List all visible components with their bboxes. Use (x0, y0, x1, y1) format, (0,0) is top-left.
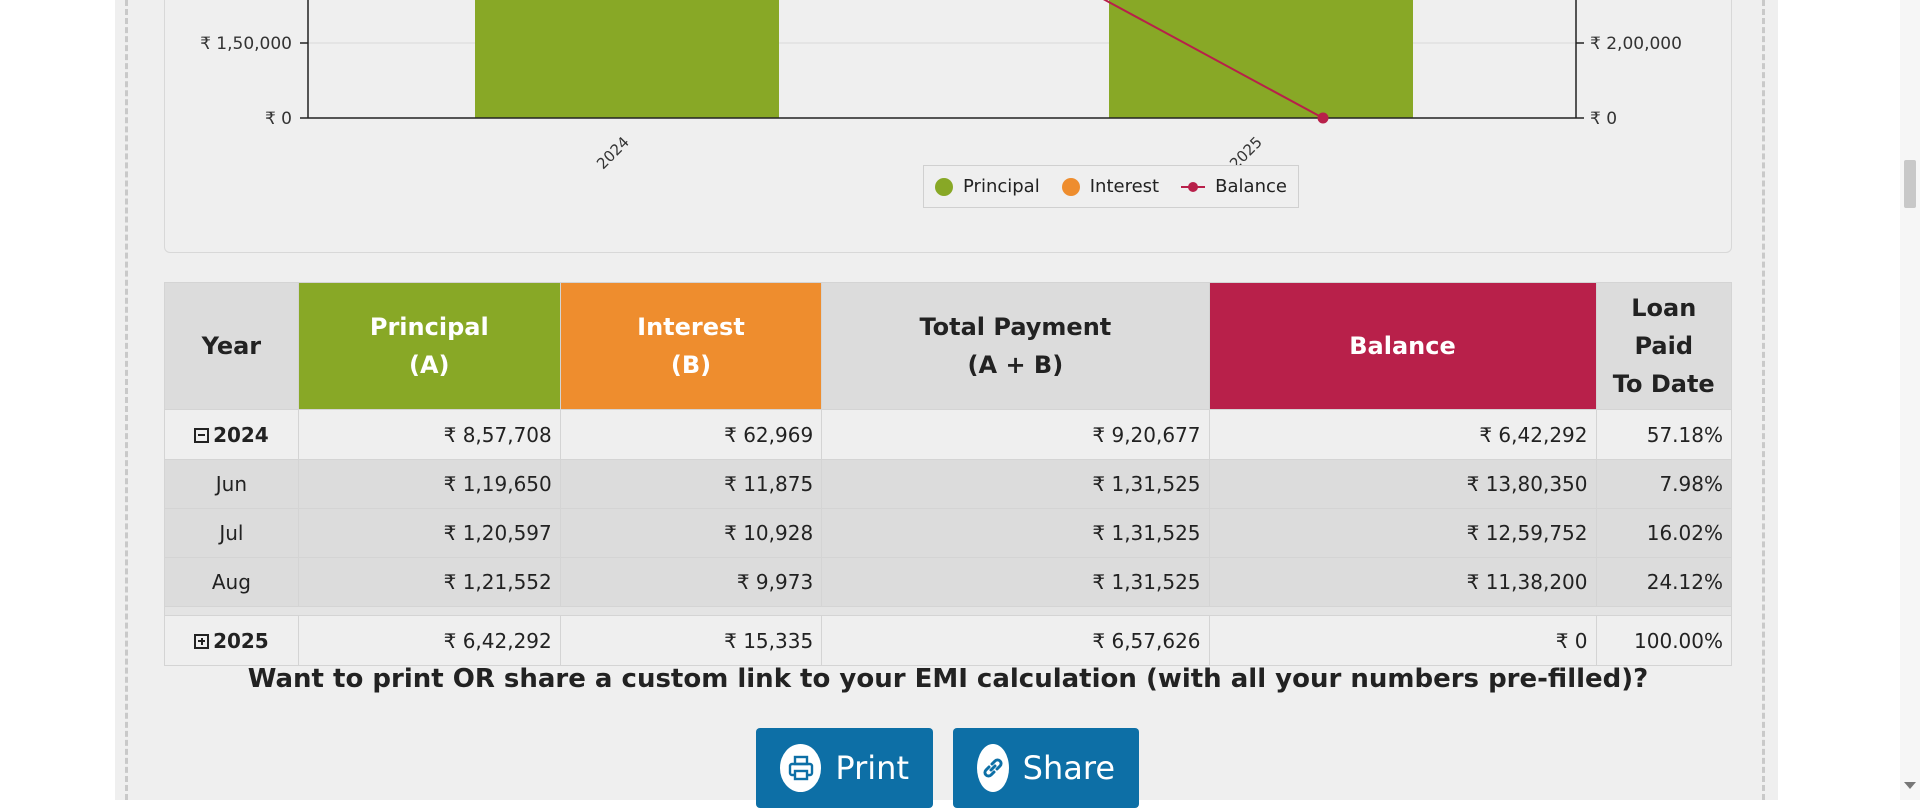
balance-cell: ₹ 13,80,350 (1208, 459, 1597, 509)
paid-cell: 57.18% (1595, 409, 1732, 460)
table-header-row: Year Principal (A) Interest (B) Total Paym… (164, 282, 1732, 410)
header-interest-line2: (B) (670, 351, 712, 379)
year-label: 2024 (213, 422, 269, 447)
header-principal-line2: (A) (409, 351, 450, 379)
legend-balance-label: Balance (1215, 176, 1287, 197)
paid-cell: 100.00% (1595, 615, 1732, 666)
interest-cell: ₹ 15,335 (559, 615, 823, 666)
header-paid-line2: To Date (1612, 370, 1715, 398)
header-principal: Principal (A) (297, 282, 561, 410)
legend-item-principal[interactable]: Principal (935, 176, 1040, 197)
year-row-2025[interactable]: 2025 ₹ 6,42,292 ₹ 15,335 ₹ 6,57,626 ₹ 0 … (164, 615, 1732, 666)
header-interest-line1: Interest (637, 313, 745, 341)
table-row: Aug ₹ 1,21,552 ₹ 9,973 ₹ 1,31,525 ₹ 11,3… (164, 557, 1732, 607)
table-row: Jun ₹ 1,19,650 ₹ 11,875 ₹ 1,31,525 ₹ 13,… (164, 459, 1732, 509)
interest-cell: ₹ 11,875 (559, 459, 823, 509)
interest-cell: ₹ 62,969 (559, 409, 823, 460)
principal-cell: ₹ 1,20,597 (297, 508, 561, 558)
header-total-line2: (A + B) (967, 351, 1064, 379)
left-tick-label: ₹ 1,50,000 (200, 34, 292, 54)
month-cell: Jun (164, 459, 299, 509)
legend-interest-label: Interest (1089, 176, 1160, 197)
total-cell: ₹ 6,57,626 (821, 615, 1210, 666)
balance-cell: ₹ 12,59,752 (1208, 508, 1597, 558)
month-cell: Aug (164, 557, 299, 607)
print-label: Print (835, 749, 909, 787)
legend-item-interest[interactable]: Interest (1061, 176, 1160, 197)
header-paid-line1: Loan Paid (1631, 294, 1697, 360)
printer-icon (780, 744, 822, 792)
principal-bar (475, 0, 779, 118)
balance-line-icon (1181, 178, 1206, 196)
table-row: Jul ₹ 1,20,597 ₹ 10,928 ₹ 1,31,525 ₹ 12,… (164, 508, 1732, 558)
principal-dot-icon (935, 177, 954, 196)
link-icon (977, 744, 1009, 792)
balance-cell: ₹ 6,42,292 (1208, 409, 1597, 460)
year-label: 2025 (213, 628, 269, 653)
legend-principal-label: Principal (963, 176, 1040, 197)
header-principal-line1: Principal (369, 313, 489, 341)
page-scrollbar[interactable] (1900, 0, 1920, 800)
principal-cell: ₹ 1,21,552 (297, 557, 561, 607)
share-prompt: Want to print OR share a custom link to … (247, 664, 1649, 694)
total-cell: ₹ 9,20,677 (821, 409, 1210, 460)
header-loan-paid: Loan Paid To Date (1595, 282, 1732, 410)
dashed-border-left (125, 0, 128, 800)
scroll-down-arrow-icon[interactable] (1904, 782, 1916, 789)
interest-cell: ₹ 9,973 (559, 557, 823, 607)
share-label: Share (1022, 749, 1115, 787)
header-balance: Balance (1208, 282, 1597, 410)
interest-dot-icon (1061, 177, 1080, 196)
year-cell[interactable]: 2024 (164, 409, 299, 460)
x-tick-label: 2024 (593, 133, 633, 173)
chart-legend: Principal Interest Balance (923, 165, 1299, 208)
balance-cell: ₹ 11,38,200 (1208, 557, 1597, 607)
principal-cell: ₹ 6,42,292 (297, 615, 561, 666)
header-total-payment: Total Payment (A + B) (821, 282, 1210, 410)
spacer-cell (164, 606, 1732, 616)
total-cell: ₹ 1,31,525 (821, 557, 1210, 607)
year-row-2024[interactable]: 2024 ₹ 8,57,708 ₹ 62,969 ₹ 9,20,677 ₹ 6,… (164, 409, 1732, 460)
header-total-line1: Total Payment (919, 313, 1112, 341)
expand-icon[interactable] (194, 633, 210, 649)
paid-cell: 24.12% (1595, 557, 1732, 607)
dashed-border-right (1762, 0, 1765, 800)
emi-chart: ₹ 0₹ 1,50,000₹ 0₹ 2,00,0002024 2025 (200, 0, 1682, 173)
balance-cell: ₹ 0 (1208, 615, 1597, 666)
collapse-icon[interactable] (194, 427, 210, 443)
interest-cell: ₹ 10,928 (559, 508, 823, 558)
print-button[interactable]: Print (756, 728, 933, 808)
scrollbar-thumb[interactable] (1904, 160, 1916, 208)
share-button[interactable]: Share (953, 728, 1139, 808)
header-year: Year (164, 282, 299, 410)
left-tick-label: ₹ 0 (265, 109, 292, 129)
principal-bar (1109, 0, 1413, 118)
principal-cell: ₹ 8,57,708 (297, 409, 561, 460)
paid-cell: 7.98% (1595, 459, 1732, 509)
paid-cell: 16.02% (1595, 508, 1732, 558)
total-cell: ₹ 1,31,525 (821, 508, 1210, 558)
chart-card: ₹ 0 ₹ 1,50,000 ₹ 0 ₹ 2,00,000 2024 2025 Princ… (164, 0, 1732, 253)
scroll-spacer-row (164, 606, 1732, 616)
right-tick-label: ₹ 2,00,000 (1590, 34, 1682, 54)
legend-item-balance[interactable]: Balance (1181, 176, 1287, 197)
balance-point-2025 (1317, 112, 1329, 124)
amortization-table: Year Principal (A) Interest (B) Total Paym… (164, 282, 1732, 666)
header-interest: Interest (B) (559, 282, 823, 410)
total-cell: ₹ 1,31,525 (821, 459, 1210, 509)
year-cell[interactable]: 2025 (164, 615, 299, 666)
right-tick-label: ₹ 0 (1590, 109, 1617, 129)
month-cell: Jul (164, 508, 299, 558)
principal-cell: ₹ 1,19,650 (297, 459, 561, 509)
